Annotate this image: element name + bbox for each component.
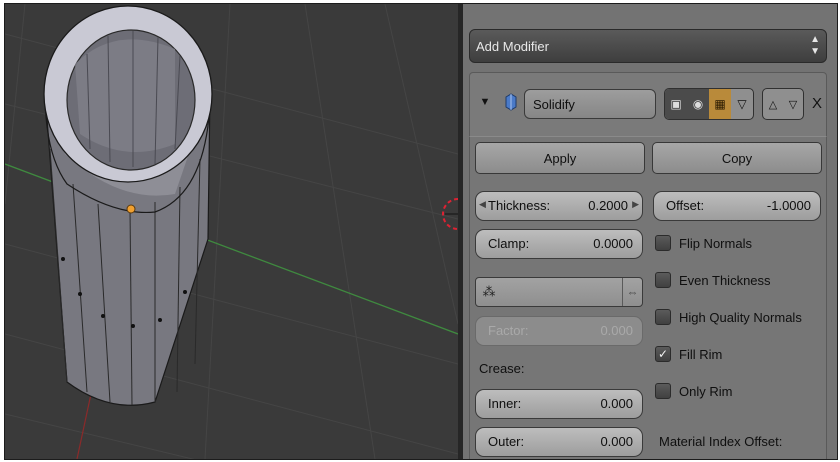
- checkbox-box[interactable]: [655, 309, 671, 325]
- apply-label: Apply: [543, 150, 577, 166]
- checkbox-label: Even Thickness: [679, 272, 771, 288]
- 3d-viewport[interactable]: [5, 4, 458, 459]
- clamp-label: Clamp:: [488, 236, 530, 251]
- copy-button[interactable]: Copy: [652, 142, 822, 174]
- cylinder-mesh[interactable]: [43, 5, 213, 406]
- viewport-scene: [5, 4, 458, 459]
- checkbox-label: High Quality Normals: [679, 309, 802, 325]
- checkbox-label: Fill Rim: [679, 346, 723, 362]
- thickness-value: 0.2000: [588, 198, 628, 213]
- checkbox-even-thickness[interactable]: Even Thickness: [655, 272, 771, 288]
- dropdown-arrows-icon: ▲ ▼: [810, 34, 820, 57]
- checkbox-label: Flip Normals: [679, 235, 752, 251]
- clamp-value: 0.0000: [593, 236, 633, 251]
- increment-arrow-icon[interactable]: ▶: [632, 199, 639, 210]
- close-icon[interactable]: X: [810, 93, 824, 113]
- viewport-visibility-icon[interactable]: ◉: [687, 89, 709, 119]
- move-buttons: △ ▽: [762, 88, 804, 120]
- modifier-type-icon: [504, 93, 518, 111]
- modifier-header: ▼ Solidify ▣ ◉ ▦ ▽ △ ▽ X: [469, 72, 827, 136]
- collapse-triangle-icon[interactable]: ▼: [478, 95, 492, 109]
- move-down-icon[interactable]: ▽: [783, 89, 803, 119]
- modifier-panel: Add Modifier ▲ ▼ ▼ Solidify ▣ ◉ ▦ ▽ △ ▽ X: [463, 4, 837, 459]
- copy-label: Copy: [721, 150, 753, 166]
- checkbox-flip-normals[interactable]: Flip Normals: [655, 235, 752, 251]
- invert-icon[interactable]: ⇔: [622, 278, 642, 306]
- factor-value: 0.000: [600, 323, 633, 338]
- factor-label: Factor:: [488, 323, 529, 338]
- offset-value: -1.0000: [766, 198, 811, 213]
- crease-label: Crease:: [479, 361, 525, 376]
- checkbox-high-quality-normals[interactable]: High Quality Normals: [655, 309, 802, 325]
- modifier-name-text: Solidify: [533, 97, 575, 112]
- inner-value: 0.000: [600, 396, 633, 411]
- offset-label: Offset:: [666, 198, 705, 213]
- material-index-offset-label: Material Index Offset:: [659, 434, 783, 449]
- move-up-icon[interactable]: △: [763, 89, 783, 119]
- checkbox-only-rim[interactable]: Only Rim: [655, 383, 732, 399]
- checkbox-box[interactable]: [655, 272, 671, 288]
- add-modifier-dropdown[interactable]: Add Modifier ▲ ▼: [469, 29, 827, 63]
- modifier-toggle-group: ▣ ◉ ▦ ▽: [664, 88, 754, 120]
- add-modifier-label: Add Modifier: [476, 39, 549, 54]
- apply-button[interactable]: Apply: [475, 142, 645, 174]
- checkbox-fill-rim[interactable]: ✓ Fill Rim: [655, 346, 722, 362]
- outer-value: 0.000: [600, 434, 633, 449]
- checkbox-box[interactable]: [655, 235, 671, 251]
- decrement-arrow-icon[interactable]: ◀: [479, 199, 486, 210]
- blender-window: Add Modifier ▲ ▼ ▼ Solidify ▣ ◉ ▦ ▽ △ ▽ X: [4, 3, 838, 460]
- checkbox-box[interactable]: [655, 383, 671, 399]
- vertex-group-icon: ⁂: [482, 284, 496, 299]
- offset-field[interactable]: Offset: -1.0000: [653, 191, 821, 221]
- outer-crease-field[interactable]: Outer: 0.000: [475, 427, 643, 457]
- edit-mode-icon[interactable]: ▦: [709, 89, 731, 119]
- checkmark-icon[interactable]: ✓: [655, 346, 671, 362]
- render-toggle-icon[interactable]: ▣: [665, 89, 687, 119]
- thickness-label: Thickness:: [488, 198, 551, 213]
- modifier-name-field[interactable]: Solidify: [524, 89, 656, 119]
- selected-vertex[interactable]: [126, 204, 136, 214]
- thickness-field[interactable]: ◀ Thickness: 0.2000 ▶: [475, 191, 643, 221]
- checkbox-label: Only Rim: [679, 383, 733, 399]
- factor-field: Factor: 0.000: [475, 316, 643, 346]
- inner-label: Inner:: [488, 396, 522, 411]
- outer-label: Outer:: [488, 434, 525, 449]
- clamp-field[interactable]: Clamp: 0.0000: [475, 229, 643, 259]
- inner-crease-field[interactable]: Inner: 0.000: [475, 389, 643, 419]
- vertex-group-field[interactable]: ⁂ ⇔: [475, 277, 643, 307]
- cage-icon[interactable]: ▽: [731, 89, 753, 119]
